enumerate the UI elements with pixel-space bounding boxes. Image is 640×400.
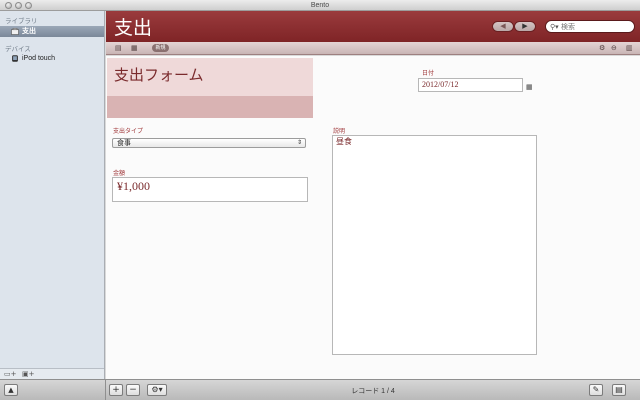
search-icon: ⚲▾	[550, 23, 559, 31]
sidebar-item-label: 支出	[22, 28, 36, 35]
grid-view-icon[interactable]: ▦	[131, 45, 138, 52]
sidebar-add-bar: ▭+ ▣+	[0, 368, 104, 379]
view-toolbar: ▤ ▦ 新規 ⚙ ⊖ ▥	[106, 42, 640, 55]
window-titlebar: Bento	[0, 0, 640, 11]
sidebar-item-expenses[interactable]: 支出	[0, 26, 104, 37]
search-field[interactable]: ⚲▾	[545, 20, 635, 33]
settings-icon[interactable]: ⚙	[599, 45, 605, 52]
header-banner: 支出 ◀ ▶ ⚲▾	[106, 11, 640, 42]
library-icon	[11, 28, 19, 35]
amount-label: 金額	[113, 171, 126, 177]
form-area: 支出フォーム 日付 2012/07/12 ▦ 支出タイプ 食事 ⇕ 金額 ¥1,…	[106, 56, 640, 379]
add-library-icon[interactable]: ▭+	[4, 371, 16, 378]
previous-record-button[interactable]: ◀	[492, 21, 514, 32]
date-label: 日付	[422, 71, 435, 77]
record-counter: レコード 1 / 4	[351, 388, 395, 395]
select-arrows-icon: ⇕	[296, 139, 302, 146]
toggle-sidebar-button[interactable]: ▲	[4, 384, 18, 396]
expense-type-value: 食事	[117, 139, 131, 147]
search-input[interactable]	[561, 22, 631, 32]
note-textarea[interactable]: 昼食	[332, 135, 537, 355]
sidebar-section-devices: デバイス	[5, 46, 31, 53]
sidebar-section-library: ライブラリ	[5, 18, 38, 25]
form-title-box: 支出フォーム	[107, 58, 313, 118]
ipod-icon	[12, 55, 18, 62]
expense-type-select[interactable]: 食事 ⇕	[112, 138, 306, 148]
calendar-icon[interactable]: ▦	[526, 83, 533, 91]
form-title-band	[107, 96, 313, 118]
sidebar-item-label: iPod touch	[22, 55, 56, 62]
date-field[interactable]: 2012/07/12	[418, 78, 523, 92]
sidebar-footer: ▲	[0, 379, 106, 400]
sidebar-item-ipod[interactable]: iPod touch	[0, 53, 104, 64]
expense-type-label: 支出タイプ	[113, 129, 144, 135]
note-label: 説明	[333, 129, 346, 135]
sidebar: ライブラリ 支出 デバイス iPod touch ▭+ ▣+	[0, 11, 105, 379]
edit-form-button[interactable]: ✎	[589, 384, 603, 396]
minus-icon[interactable]: ⊖	[611, 45, 617, 52]
new-form-button[interactable]: 新規	[152, 44, 169, 52]
bottom-bar: + − ⚙▾ レコード 1 / 4 ✎ ▤	[106, 379, 640, 400]
next-record-button[interactable]: ▶	[514, 21, 536, 32]
amount-field[interactable]: ¥1,000	[112, 177, 308, 202]
fields-panel-icon[interactable]: ▥	[626, 45, 633, 52]
page-title: 支出	[114, 17, 153, 39]
table-view-icon[interactable]: ▤	[115, 45, 122, 52]
window-title: Bento	[310, 2, 330, 9]
add-collection-icon[interactable]: ▣+	[22, 371, 34, 378]
form-title: 支出フォーム	[114, 66, 204, 84]
view-toggle-button[interactable]: ▤	[612, 384, 626, 396]
